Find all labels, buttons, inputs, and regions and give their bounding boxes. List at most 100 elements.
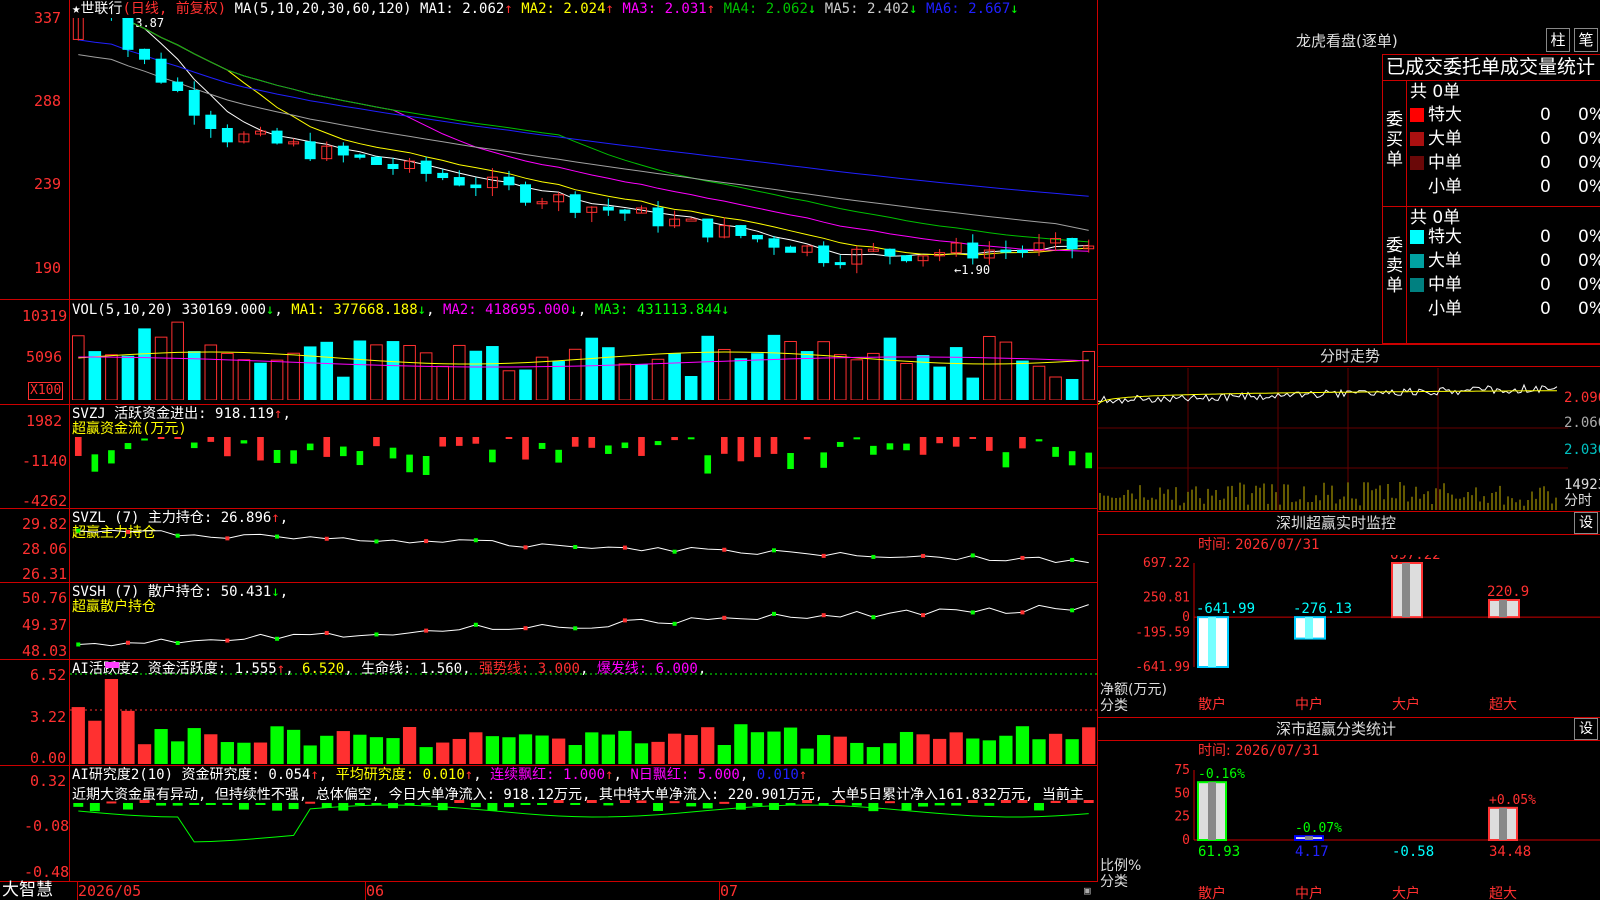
buy-total: 共 0单	[1410, 82, 1461, 102]
volume-bar	[1032, 365, 1046, 400]
volume-bar	[933, 366, 946, 400]
sell-total: 共 0单	[1410, 208, 1461, 228]
activity-bar	[601, 734, 615, 764]
activity-bar	[783, 727, 798, 764]
fund-flow-bar	[770, 437, 778, 454]
volume-bar	[452, 344, 466, 400]
activity-bar	[88, 720, 102, 764]
ma2-item: MA2: 2.024↑	[521, 1, 614, 17]
lhb-title: 龙虎看盘(逐单)	[1296, 32, 1398, 50]
position-marker	[473, 538, 478, 543]
activity-bar	[933, 738, 947, 764]
svzl-y-tick: 26.31	[22, 565, 68, 583]
cls-ratio-chart[interactable]: 75 50 25 0 61.93 -0.16% 4.17 -0.07% -0.58 34.48 +0…	[1098, 758, 1600, 900]
activity-bar	[916, 734, 930, 764]
intraday-label: 分时	[1564, 493, 1592, 509]
candle	[503, 176, 515, 186]
volume-bar	[635, 364, 648, 400]
fund-flow-bar	[787, 453, 794, 470]
position-marker	[871, 554, 876, 559]
category-label: 散户	[1198, 696, 1226, 713]
svzj-y-tick: -4262	[22, 492, 68, 510]
candle	[304, 141, 316, 160]
research-bar	[769, 803, 779, 810]
tab-tick-view[interactable]: 笔	[1574, 28, 1598, 52]
position-marker	[424, 628, 429, 633]
research-bar	[156, 803, 167, 806]
activity-bar	[1015, 726, 1030, 764]
ratio-value: 61.93	[1198, 844, 1240, 860]
sz-settings-button[interactable]: 设	[1574, 512, 1598, 534]
svsh-retail-position-chart[interactable]	[70, 583, 1097, 659]
position-marker	[1070, 557, 1075, 562]
research-bar	[189, 803, 200, 805]
order-row-buy: 特大 0 0%	[1410, 105, 1600, 125]
activity-bar	[485, 736, 500, 764]
volume-chart[interactable]	[70, 318, 1097, 400]
lock-icon[interactable]: ▣	[1084, 883, 1091, 899]
volume-bar	[88, 351, 102, 400]
candle	[122, 18, 134, 50]
fund-flow-bar	[605, 445, 612, 454]
fund-flow-bar	[886, 443, 894, 450]
research-bar	[1050, 800, 1061, 803]
fund-flow-bar	[803, 437, 811, 440]
research-bar	[1000, 800, 1011, 803]
ma3-item: MA3: 2.031↑	[622, 1, 716, 17]
main-chart-area[interactable]: ★世联行(日线, 前复权) MA(5,10,20,30,60,120) MA1:…	[0, 0, 1098, 900]
volume-bar	[486, 346, 499, 400]
fund-flow-bar	[754, 437, 761, 458]
svzl-main-position-chart[interactable]	[70, 509, 1097, 582]
research-bar	[205, 803, 216, 805]
position-marker	[573, 626, 578, 631]
volume-bar	[833, 354, 847, 400]
position-marker	[324, 536, 329, 541]
category-label: 大户	[1392, 696, 1420, 713]
vol-y-tick: 10319	[22, 307, 68, 325]
lhb-header: 已成交委托单成交量统计	[1386, 56, 1596, 78]
volume-bar	[850, 359, 864, 400]
ai-activity-chart[interactable]	[70, 660, 1097, 765]
activity-bar	[187, 728, 201, 764]
intraday-chart[interactable]	[1098, 368, 1568, 510]
sz-time: 时间: 2026/07/31	[1198, 537, 1320, 553]
order-percent: 0%	[1578, 251, 1600, 271]
ma-line	[78, 54, 1089, 231]
price-header: ★世联行(日线, 前复权) MA(5,10,20,30,60,120) MA1:…	[72, 1, 1019, 17]
cls-settings-button[interactable]: 设	[1574, 718, 1598, 740]
volume-bar	[552, 361, 565, 400]
position-marker	[76, 642, 81, 647]
fund-flow-bar	[356, 451, 364, 466]
position-line	[78, 604, 1089, 647]
ai-research-chart[interactable]	[70, 800, 1097, 880]
research-bar	[172, 803, 183, 806]
intraday-y-tick: 2.090	[1564, 390, 1600, 406]
order-count: 0	[1540, 105, 1551, 125]
research-bar	[1034, 803, 1044, 811]
candle	[901, 255, 912, 262]
research-bar	[73, 803, 84, 807]
fund-flow-bar	[671, 437, 678, 441]
vol-y-tick: 5096	[26, 348, 63, 366]
order-row-buy: 中单 0 0%	[1410, 153, 1600, 173]
legend-swatch	[1410, 132, 1424, 146]
activity-bar	[369, 737, 384, 764]
volume-bar	[303, 346, 317, 400]
fund-flow-bar	[290, 450, 297, 464]
position-marker	[722, 547, 727, 552]
fund-flow-bar	[124, 443, 132, 450]
activity-bar	[866, 747, 881, 764]
activity-bar	[204, 734, 218, 764]
volume-bar	[602, 347, 615, 400]
tab-bar-view[interactable]: 柱	[1546, 28, 1570, 52]
sz-net-flow-chart[interactable]: 697.22 250.81 0-195.59 -641.99 -641.99 -276.1…	[1098, 555, 1600, 713]
candlestick-chart[interactable]	[70, 18, 1097, 298]
fund-flow-bar	[157, 437, 165, 439]
order-row-sell: 小单 0 0%	[1410, 299, 1600, 319]
svzj-fund-flow-chart[interactable]	[70, 405, 1097, 508]
fund-flow-bar	[836, 441, 844, 447]
right-panel: 龙虎看盘(逐单) 柱 笔 已成交委托单成交量统计 委买单 共 0单 特大00%大…	[1098, 0, 1600, 900]
candle	[139, 48, 151, 60]
sz-y-tick: 0	[1182, 610, 1190, 625]
volume-bar	[1082, 350, 1096, 400]
